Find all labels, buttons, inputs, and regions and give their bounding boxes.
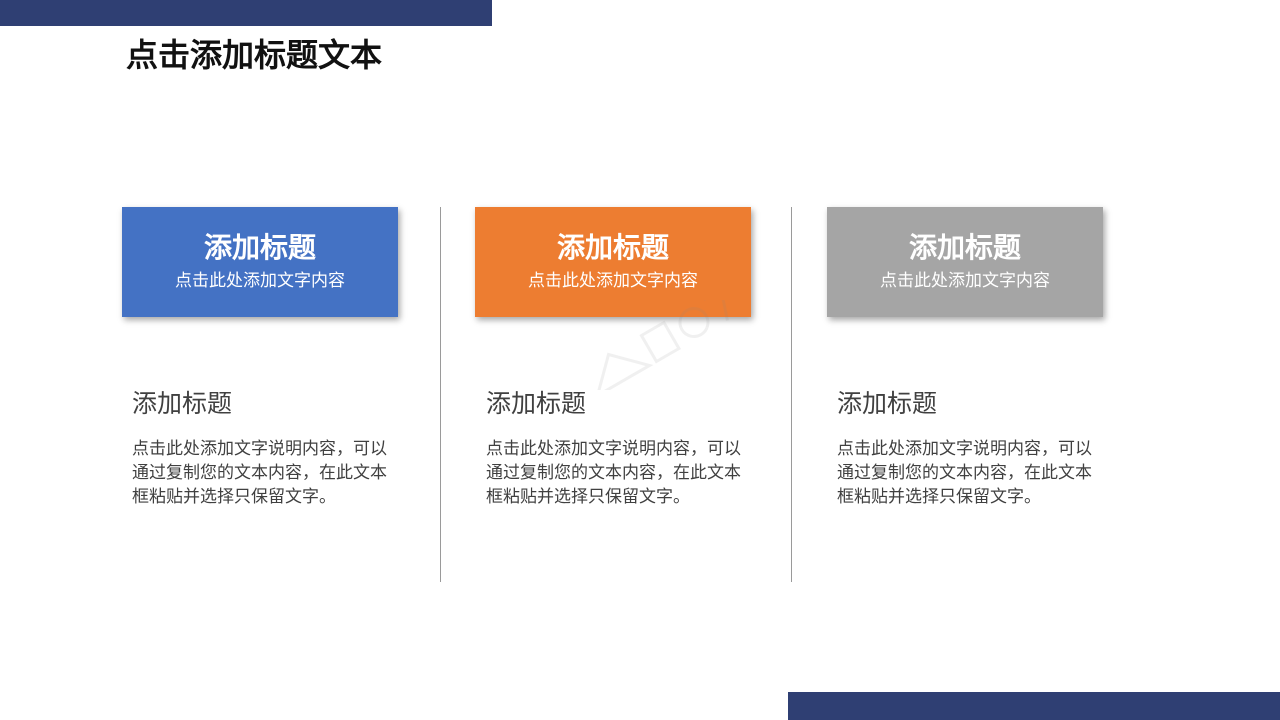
column-1-heading[interactable]: 添加标题	[132, 387, 232, 421]
column-2-body[interactable]: 点击此处添加文字说明内容，可以通过复制您的文本内容，在此文本框粘贴并选择只保留文…	[486, 437, 746, 509]
page-title[interactable]: 点击添加标题文本	[126, 34, 382, 76]
bottom-accent-bar	[788, 692, 1280, 720]
divider-1	[440, 207, 441, 582]
card-1-title[interactable]: 添加标题	[122, 229, 398, 267]
column-1-body[interactable]: 点击此处添加文字说明内容，可以通过复制您的文本内容，在此文本框粘贴并选择只保留文…	[132, 437, 392, 509]
watermark-logo	[595, 300, 729, 390]
top-accent-bar	[0, 0, 492, 26]
card-3-subtitle[interactable]: 点击此处添加文字内容	[827, 269, 1103, 293]
divider-2	[791, 207, 792, 582]
card-3-title[interactable]: 添加标题	[827, 229, 1103, 267]
card-1-header[interactable]: 添加标题 点击此处添加文字内容	[122, 207, 398, 317]
card-2-title[interactable]: 添加标题	[475, 229, 751, 267]
column-3-body[interactable]: 点击此处添加文字说明内容，可以通过复制您的文本内容，在此文本框粘贴并选择只保留文…	[837, 437, 1097, 509]
card-1-subtitle[interactable]: 点击此处添加文字内容	[122, 269, 398, 293]
card-2-subtitle[interactable]: 点击此处添加文字内容	[475, 269, 751, 293]
card-3-header[interactable]: 添加标题 点击此处添加文字内容	[827, 207, 1103, 317]
column-2-heading[interactable]: 添加标题	[486, 387, 586, 421]
column-3-heading[interactable]: 添加标题	[837, 387, 937, 421]
